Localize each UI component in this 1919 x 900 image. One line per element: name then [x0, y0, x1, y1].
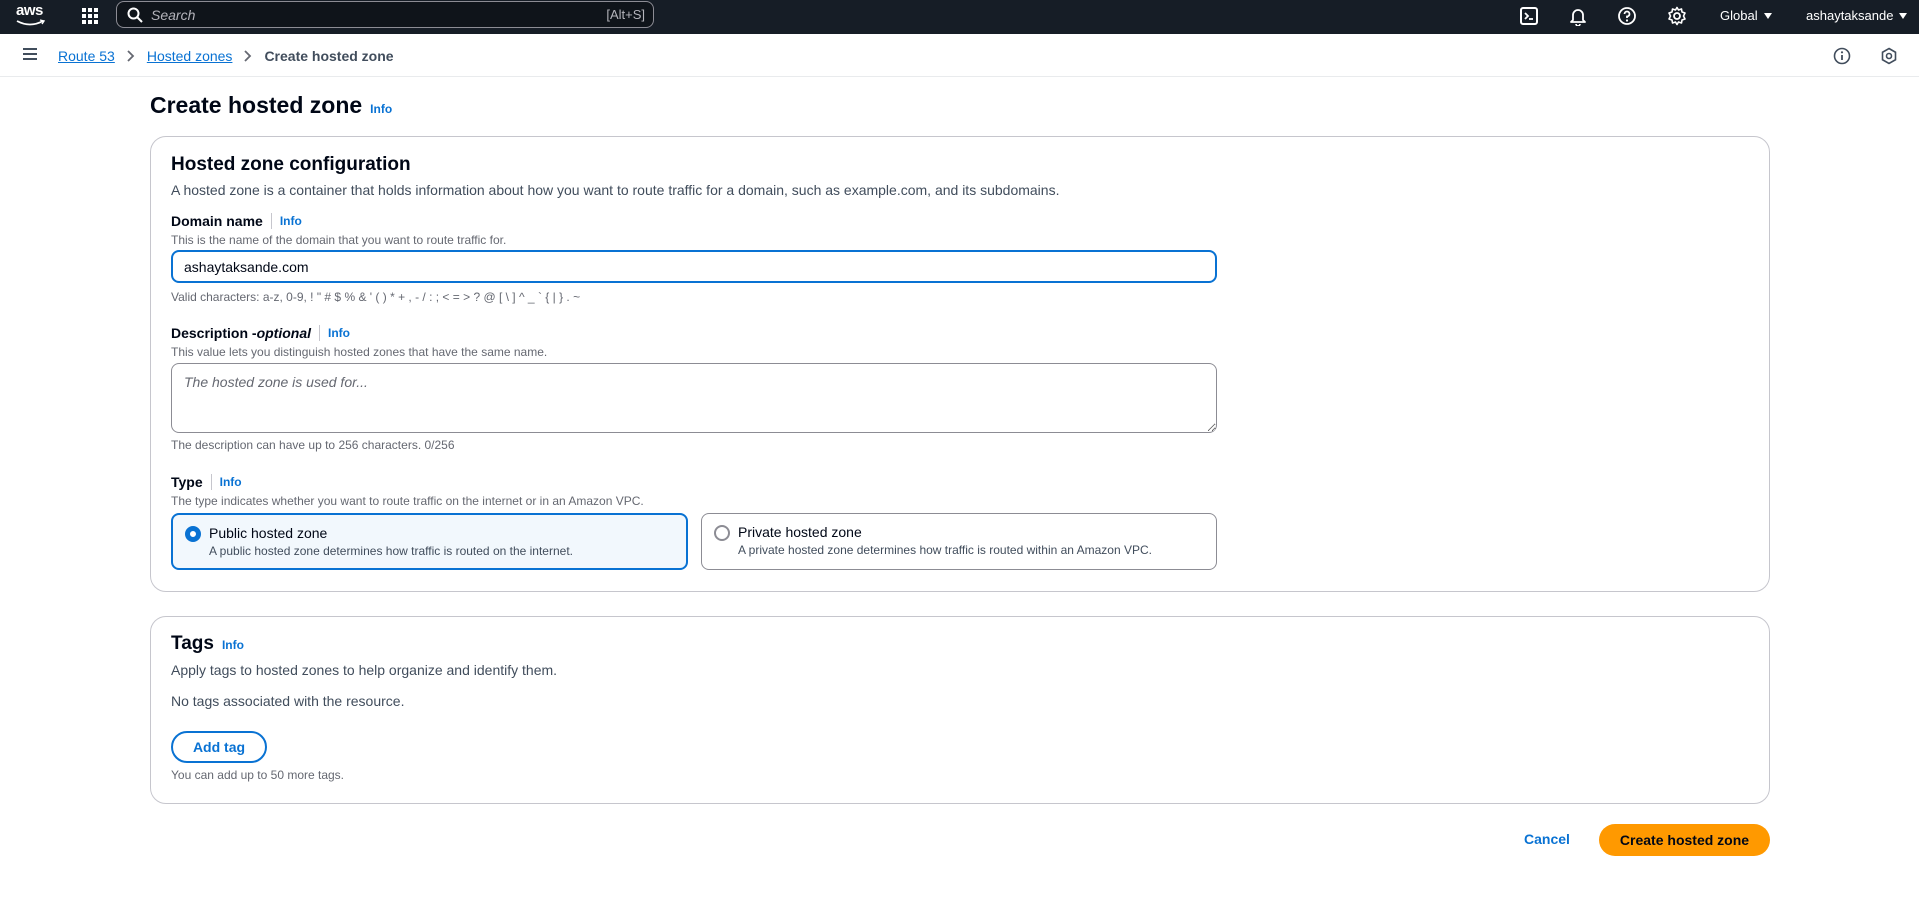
- region-selector[interactable]: Global: [1720, 8, 1772, 23]
- label-divider: [270, 213, 272, 229]
- region-label: Global: [1720, 8, 1758, 23]
- cloudshell-icon[interactable]: [1519, 6, 1539, 26]
- chevron-down-icon: [1763, 12, 1772, 19]
- label-divider: [319, 325, 321, 341]
- tags-empty-state: No tags associated with the resource.: [171, 693, 405, 709]
- description-label-text: Description -: [171, 325, 257, 341]
- add-tag-button[interactable]: Add tag: [171, 731, 267, 763]
- breadcrumb-hosted-zones[interactable]: Hosted zones: [147, 48, 233, 64]
- search-input[interactable]: [151, 6, 581, 23]
- private-hosted-zone-radio[interactable]: [714, 525, 730, 541]
- tags-limit: You can add up to 50 more tags.: [171, 768, 345, 782]
- breadcrumb: Route 53 Hosted zones Create hosted zone: [58, 48, 394, 64]
- hexagon-settings-icon[interactable]: [1880, 47, 1898, 65]
- description-constraint: The description can have up to 256 chara…: [171, 438, 455, 452]
- public-hosted-zone-desc: A public hosted zone determines how traf…: [209, 544, 573, 558]
- domain-name-label: Domain name Info: [171, 213, 302, 229]
- public-hosted-zone-title: Public hosted zone: [209, 525, 328, 541]
- create-hosted-zone-button[interactable]: Create hosted zone: [1599, 824, 1770, 856]
- account-name: ashaytaksande: [1806, 8, 1894, 23]
- tags-info-link[interactable]: Info: [222, 638, 244, 652]
- gear-icon[interactable]: [1667, 6, 1687, 26]
- page-title-text: Create hosted zone: [150, 92, 363, 118]
- description-optional-text: optional: [256, 325, 312, 341]
- private-hosted-zone-desc: A private hosted zone determines how tra…: [738, 543, 1152, 557]
- tags-description: Apply tags to hosted zones to help organ…: [171, 662, 558, 678]
- type-label-text: Type: [171, 474, 203, 490]
- tags-title: Tags: [171, 633, 214, 654]
- description-help: This value lets you distinguish hosted z…: [171, 345, 548, 359]
- apps-grid-icon[interactable]: [80, 6, 100, 26]
- aws-smile-icon: [16, 19, 46, 26]
- breadcrumb-current: Create hosted zone: [264, 48, 394, 64]
- cancel-button[interactable]: Cancel: [1524, 831, 1570, 847]
- chevron-down-icon: [1899, 12, 1908, 19]
- public-hosted-zone-radio[interactable]: [185, 526, 201, 542]
- config-panel-description: A hosted zone is a container that holds …: [171, 182, 1060, 198]
- page-title: Create hosted zone Info: [150, 92, 392, 119]
- help-icon[interactable]: [1617, 6, 1637, 26]
- private-hosted-zone-tile[interactable]: Private hosted zone A private hosted zon…: [701, 513, 1217, 570]
- breadcrumb-bar: Route 53 Hosted zones Create hosted zone: [0, 34, 1919, 77]
- global-search[interactable]: [Alt+S]: [116, 1, 654, 28]
- config-panel-title: Hosted zone configuration: [171, 154, 411, 175]
- search-shortcut: [Alt+S]: [606, 7, 645, 22]
- search-icon: [127, 7, 143, 23]
- menu-icon[interactable]: [22, 47, 38, 61]
- type-help: The type indicates whether you want to r…: [171, 494, 644, 508]
- private-hosted-zone-title: Private hosted zone: [738, 524, 862, 540]
- domain-name-input[interactable]: [171, 250, 1217, 283]
- domain-name-help: This is the name of the domain that you …: [171, 233, 507, 247]
- bell-icon[interactable]: [1568, 6, 1588, 26]
- chevron-right-icon: [127, 50, 135, 62]
- chevron-right-icon: [244, 50, 252, 62]
- aws-logo[interactable]: aws: [16, 2, 50, 30]
- domain-name-label-text: Domain name: [171, 213, 263, 229]
- breadcrumb-route53[interactable]: Route 53: [58, 48, 115, 64]
- description-label: Description - optional Info: [171, 325, 350, 341]
- type-info-link[interactable]: Info: [220, 475, 242, 489]
- tags-header: Tags Info: [171, 633, 244, 655]
- hosted-zone-configuration-panel: Hosted zone configuration A hosted zone …: [150, 136, 1770, 592]
- domain-name-info-link[interactable]: Info: [280, 214, 302, 228]
- page-info-link[interactable]: Info: [370, 102, 392, 116]
- tags-panel: Tags Info Apply tags to hosted zones to …: [150, 616, 1770, 804]
- info-panel-icon[interactable]: [1833, 47, 1851, 65]
- description-info-link[interactable]: Info: [328, 326, 350, 340]
- account-menu[interactable]: ashaytaksande: [1806, 8, 1908, 23]
- type-label: Type Info: [171, 474, 242, 490]
- description-textarea[interactable]: [171, 363, 1217, 433]
- top-navigation: aws [Alt+S] Glo: [0, 0, 1919, 34]
- aws-logo-text: aws: [16, 2, 43, 19]
- public-hosted-zone-tile[interactable]: Public hosted zone A public hosted zone …: [171, 513, 688, 570]
- domain-name-constraint: Valid characters: a-z, 0-9, ! " # $ % & …: [171, 290, 581, 304]
- label-divider: [210, 474, 212, 490]
